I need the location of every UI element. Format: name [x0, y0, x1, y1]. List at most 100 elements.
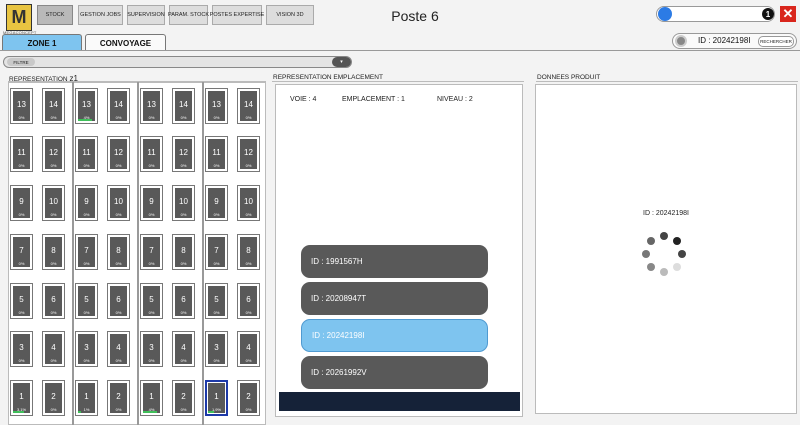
nav-stock[interactable]: STOCK [37, 5, 73, 25]
storage-cell-percent: 1% [83, 407, 90, 412]
storage-cell[interactable]: 13 0% [10, 88, 33, 124]
storage-cell[interactable]: 10 0% [42, 185, 65, 221]
storage-cell[interactable]: 12 0% [107, 136, 130, 172]
storage-cell[interactable]: 3 0% [140, 331, 163, 367]
storage-cell[interactable]: 14 0% [42, 88, 65, 124]
storage-cell[interactable]: 10 0% [107, 185, 130, 221]
storage-cell[interactable]: 14 0% [237, 88, 260, 124]
id-search-value: ID : 20242198I [698, 36, 751, 45]
storage-cell[interactable]: 8 0% [107, 234, 130, 270]
storage-cell-number: 5 [149, 295, 154, 304]
close-button[interactable]: ✕ [780, 6, 796, 22]
storage-cell[interactable]: 13 0% [205, 88, 228, 124]
storage-cell-fill: 6 0% [45, 286, 62, 316]
storage-cell-selected[interactable]: 1 1,9% [205, 380, 228, 416]
storage-cell[interactable]: 2 0% [42, 380, 65, 416]
storage-cell[interactable]: 6 0% [42, 283, 65, 319]
storage-cell[interactable]: 2 0% [107, 380, 130, 416]
storage-cell[interactable]: 11 0% [140, 136, 163, 172]
storage-cell-fill: 5 0% [208, 286, 225, 316]
storage-cell-number: 1 [19, 392, 24, 401]
storage-cell[interactable]: 13 0% [140, 88, 163, 124]
column-separator [137, 82, 139, 425]
storage-cell[interactable]: 10 0% [172, 185, 195, 221]
storage-cell[interactable]: 12 0% [42, 136, 65, 172]
storage-cell-number: 14 [179, 100, 188, 109]
storage-cell[interactable]: 9 0% [205, 185, 228, 221]
storage-cell[interactable]: 14 0% [107, 88, 130, 124]
storage-cell[interactable]: 7 0% [75, 234, 98, 270]
storage-cell[interactable]: 5 0% [140, 283, 163, 319]
storage-cell[interactable]: 6 0% [237, 283, 260, 319]
storage-cell[interactable]: 5 0% [75, 283, 98, 319]
storage-cell[interactable]: 7 0% [140, 234, 163, 270]
rechercher-button[interactable]: RECHERCHER [758, 36, 794, 47]
storage-cell[interactable]: 4 0% [107, 331, 130, 367]
storage-cell[interactable]: 12 0% [172, 136, 195, 172]
storage-cell-percent: 0% [115, 115, 122, 120]
storage-cell[interactable]: 2 0% [237, 380, 260, 416]
storage-cell[interactable]: 6 0% [172, 283, 195, 319]
storage-cell[interactable]: 4 0% [42, 331, 65, 367]
storage-cell[interactable]: 6 0% [107, 283, 130, 319]
divider [536, 81, 798, 82]
storage-cell[interactable]: 9 0% [10, 185, 33, 221]
search-input[interactable] [656, 6, 775, 22]
nav-vision-3d[interactable]: VISION 3D [266, 5, 314, 25]
storage-cell[interactable]: 3 0% [75, 331, 98, 367]
storage-cell[interactable]: 4 0% [237, 331, 260, 367]
storage-cell-fill: 4 0% [45, 334, 62, 364]
storage-cell-percent: 0% [115, 212, 122, 217]
storage-cell[interactable]: 1 3,1% [10, 380, 33, 416]
storage-cell[interactable]: 13 4% [75, 88, 98, 124]
user-avatar-icon[interactable] [658, 7, 672, 21]
storage-cell[interactable]: 12 0% [237, 136, 260, 172]
storage-cell-percent: 0% [83, 212, 90, 217]
filter-bar[interactable] [3, 56, 352, 68]
storage-cell[interactable]: 2 0% [172, 380, 195, 416]
storage-cell-percent: 0% [50, 407, 57, 412]
nav-gestion-jobs[interactable]: GESTION JOBS [78, 5, 123, 25]
id-toggle-icon[interactable] [675, 35, 687, 47]
id-list-item[interactable]: ID : 20208947T [301, 282, 488, 315]
storage-cell[interactable]: 8 0% [172, 234, 195, 270]
storage-cell[interactable]: 11 0% [205, 136, 228, 172]
storage-cell[interactable]: 7 0% [205, 234, 228, 270]
storage-cell[interactable]: 3 0% [205, 331, 228, 367]
storage-cell[interactable]: 1 4% [140, 380, 163, 416]
storage-cell[interactable]: 11 0% [75, 136, 98, 172]
storage-cell-fill: 6 0% [240, 286, 257, 316]
storage-cell[interactable]: 9 0% [75, 185, 98, 221]
storage-cell[interactable]: 14 0% [172, 88, 195, 124]
storage-cell-fill: 14 0% [45, 91, 62, 121]
id-list-item[interactable]: ID : 20261992V [301, 356, 488, 389]
storage-cell-fill: 2 0% [110, 383, 127, 413]
nav-supervision[interactable]: SUPERVISION [127, 5, 165, 25]
storage-cell-fill: 8 0% [110, 237, 127, 267]
id-list-item-selected[interactable]: ID : 20242198I [301, 319, 488, 352]
storage-cell-number: 2 [181, 392, 186, 401]
storage-cell[interactable]: 11 0% [10, 136, 33, 172]
storage-cell[interactable]: 3 0% [10, 331, 33, 367]
nav-postes-expertise[interactable]: POSTES EXPERTISE [210, 5, 264, 25]
filter-dropdown-icon[interactable]: ▾ [332, 57, 351, 67]
storage-cell[interactable]: 10 0% [237, 185, 260, 221]
storage-cell[interactable]: 8 0% [42, 234, 65, 270]
storage-cell[interactable]: 9 0% [140, 185, 163, 221]
notification-badge[interactable]: 1 [762, 8, 774, 20]
storage-cell[interactable]: 5 0% [205, 283, 228, 319]
storage-cell[interactable]: 4 0% [172, 331, 195, 367]
storage-cell-number: 4 [181, 343, 186, 352]
storage-cell[interactable]: 7 0% [10, 234, 33, 270]
tab-zone-1[interactable]: ZONE 1 [2, 34, 82, 51]
storage-cell[interactable]: 5 0% [10, 283, 33, 319]
emplacement-footer-bar [279, 392, 520, 411]
storage-cell-percent: 4% [148, 407, 155, 412]
id-list-item[interactable]: ID : 1991567H [301, 245, 488, 278]
megaconcept-logo: M [6, 4, 32, 31]
storage-cell-number: 3 [19, 343, 24, 352]
storage-cell[interactable]: 8 0% [237, 234, 260, 270]
tab-convoyage[interactable]: CONVOYAGE [85, 34, 166, 51]
storage-cell[interactable]: 1 1% [75, 380, 98, 416]
nav-param-stock[interactable]: PARAM. STOCK [168, 5, 209, 25]
